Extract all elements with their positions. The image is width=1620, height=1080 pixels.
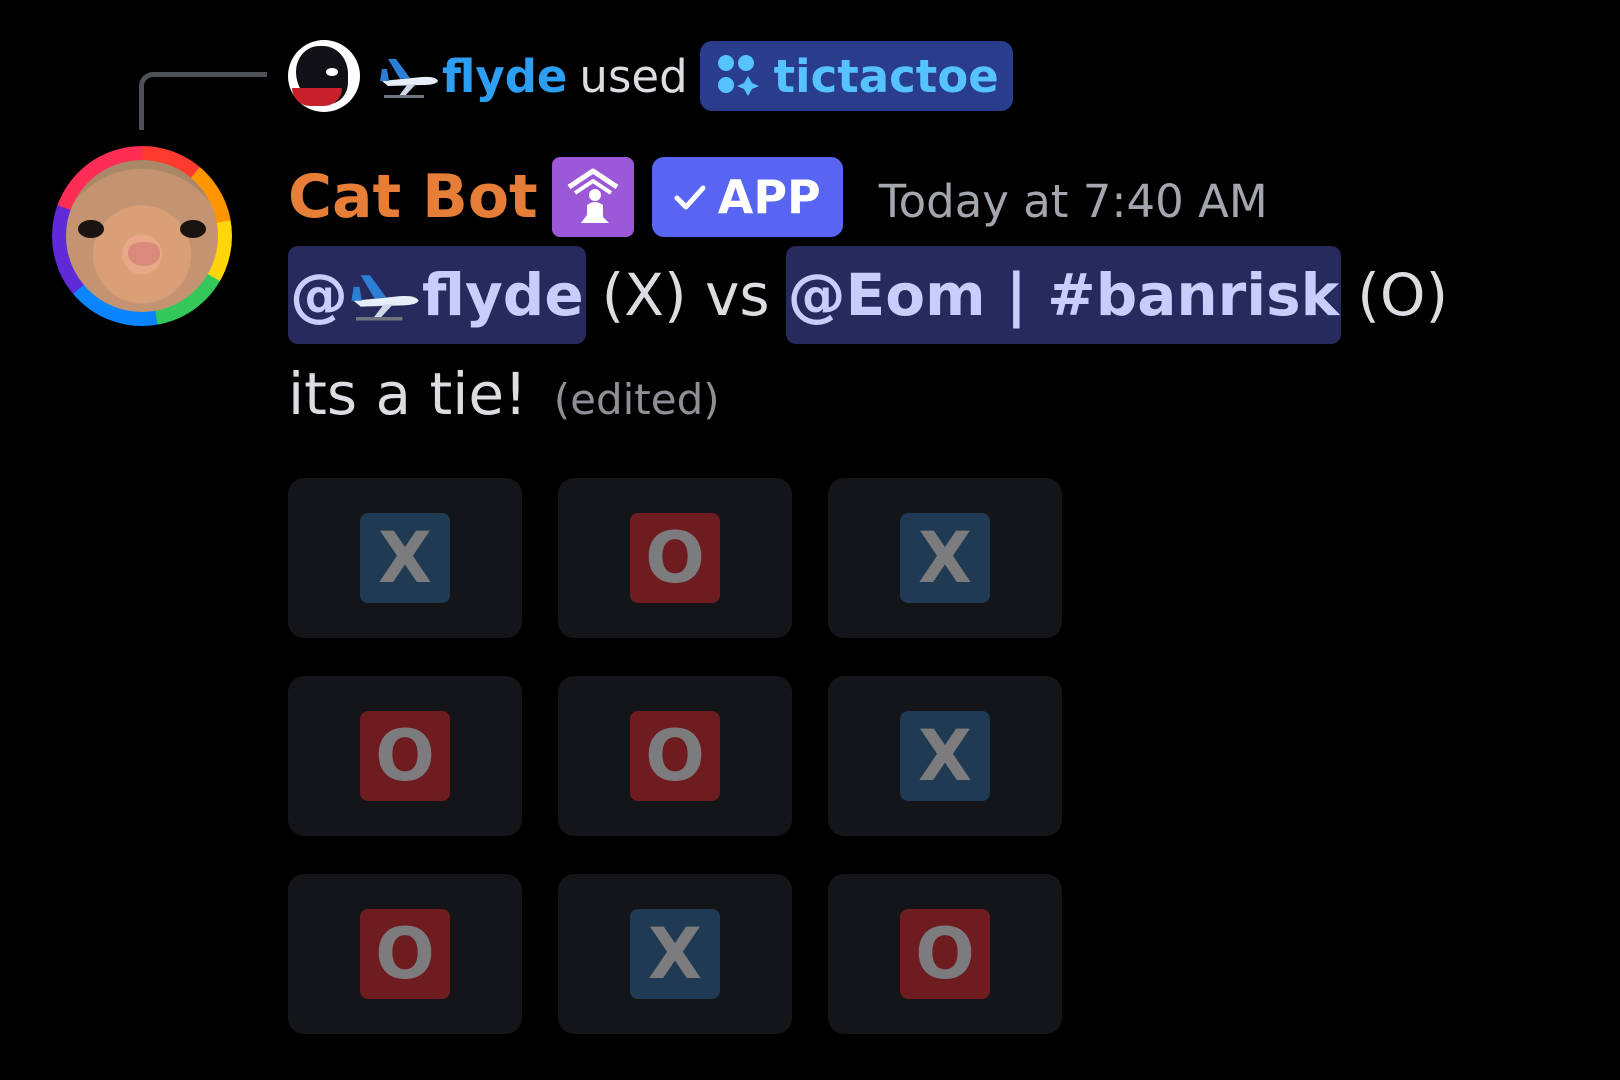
board-cell-0-0[interactable]: X bbox=[288, 478, 522, 638]
player-o-suffix: (O) bbox=[1357, 261, 1449, 329]
app-tag: APP bbox=[651, 157, 843, 237]
board-mark: X bbox=[900, 711, 990, 801]
board-mark: O bbox=[360, 711, 450, 801]
board-cell-1-2[interactable]: X bbox=[828, 676, 1062, 836]
checkmark-icon bbox=[674, 185, 706, 210]
reply-connector bbox=[139, 72, 267, 130]
board-cell-1-1[interactable]: O bbox=[558, 676, 792, 836]
mention-player-x[interactable]: @ flyde bbox=[288, 246, 586, 344]
board-mark: O bbox=[630, 711, 720, 801]
app-command-icon bbox=[717, 55, 759, 96]
airplane-icon bbox=[348, 266, 422, 324]
bird-avatar-icon[interactable] bbox=[288, 40, 360, 112]
praying-role-icon[interactable] bbox=[551, 157, 634, 237]
app-tag-label: APP bbox=[717, 170, 821, 224]
board-mark: X bbox=[900, 513, 990, 603]
board-mark: X bbox=[630, 909, 720, 999]
edited-label: (edited) bbox=[553, 375, 720, 424]
mention-player-x-name: flyde bbox=[422, 261, 584, 329]
player-x-suffix: (X) vs bbox=[601, 261, 770, 329]
tictactoe-board: X O X O O X O X O bbox=[288, 478, 1062, 1034]
command-pill[interactable]: tictactoe bbox=[699, 41, 1013, 111]
discord-message: flyde used tictactoe Cat Bot APP Today a… bbox=[0, 0, 1620, 1080]
author-name[interactable]: Cat Bot bbox=[288, 162, 538, 232]
command-name: tictactoe bbox=[773, 49, 999, 103]
board-cell-0-2[interactable]: X bbox=[828, 478, 1062, 638]
players-line: @ flyde (X) vs @Eom | #banrisk (O) bbox=[288, 245, 1464, 345]
board-mark: O bbox=[360, 909, 450, 999]
board-cell-2-0[interactable]: O bbox=[288, 874, 522, 1034]
interaction-action-text: used bbox=[579, 49, 688, 103]
author-avatar[interactable] bbox=[52, 146, 232, 326]
result-line: its a tie! (edited) bbox=[288, 360, 720, 428]
board-mark: O bbox=[900, 909, 990, 999]
interaction-username[interactable]: flyde bbox=[378, 50, 567, 103]
interaction-header: flyde used tictactoe bbox=[288, 38, 1013, 114]
board-cell-0-1[interactable]: O bbox=[558, 478, 792, 638]
board-cell-1-0[interactable]: O bbox=[288, 676, 522, 836]
airplane-icon bbox=[378, 51, 440, 101]
board-cell-2-1[interactable]: X bbox=[558, 874, 792, 1034]
result-text: its a tie! bbox=[288, 360, 528, 428]
message-header: Cat Bot APP Today at 7:40 AM bbox=[288, 156, 1268, 238]
board-mark: X bbox=[360, 513, 450, 603]
mention-player-o[interactable]: @Eom | #banrisk bbox=[785, 246, 1342, 344]
mention-at: @ bbox=[290, 261, 348, 329]
board-cell-2-2[interactable]: O bbox=[828, 874, 1062, 1034]
board-mark: O bbox=[630, 513, 720, 603]
message-timestamp[interactable]: Today at 7:40 AM bbox=[879, 167, 1268, 228]
interaction-username-text: flyde bbox=[442, 49, 568, 103]
